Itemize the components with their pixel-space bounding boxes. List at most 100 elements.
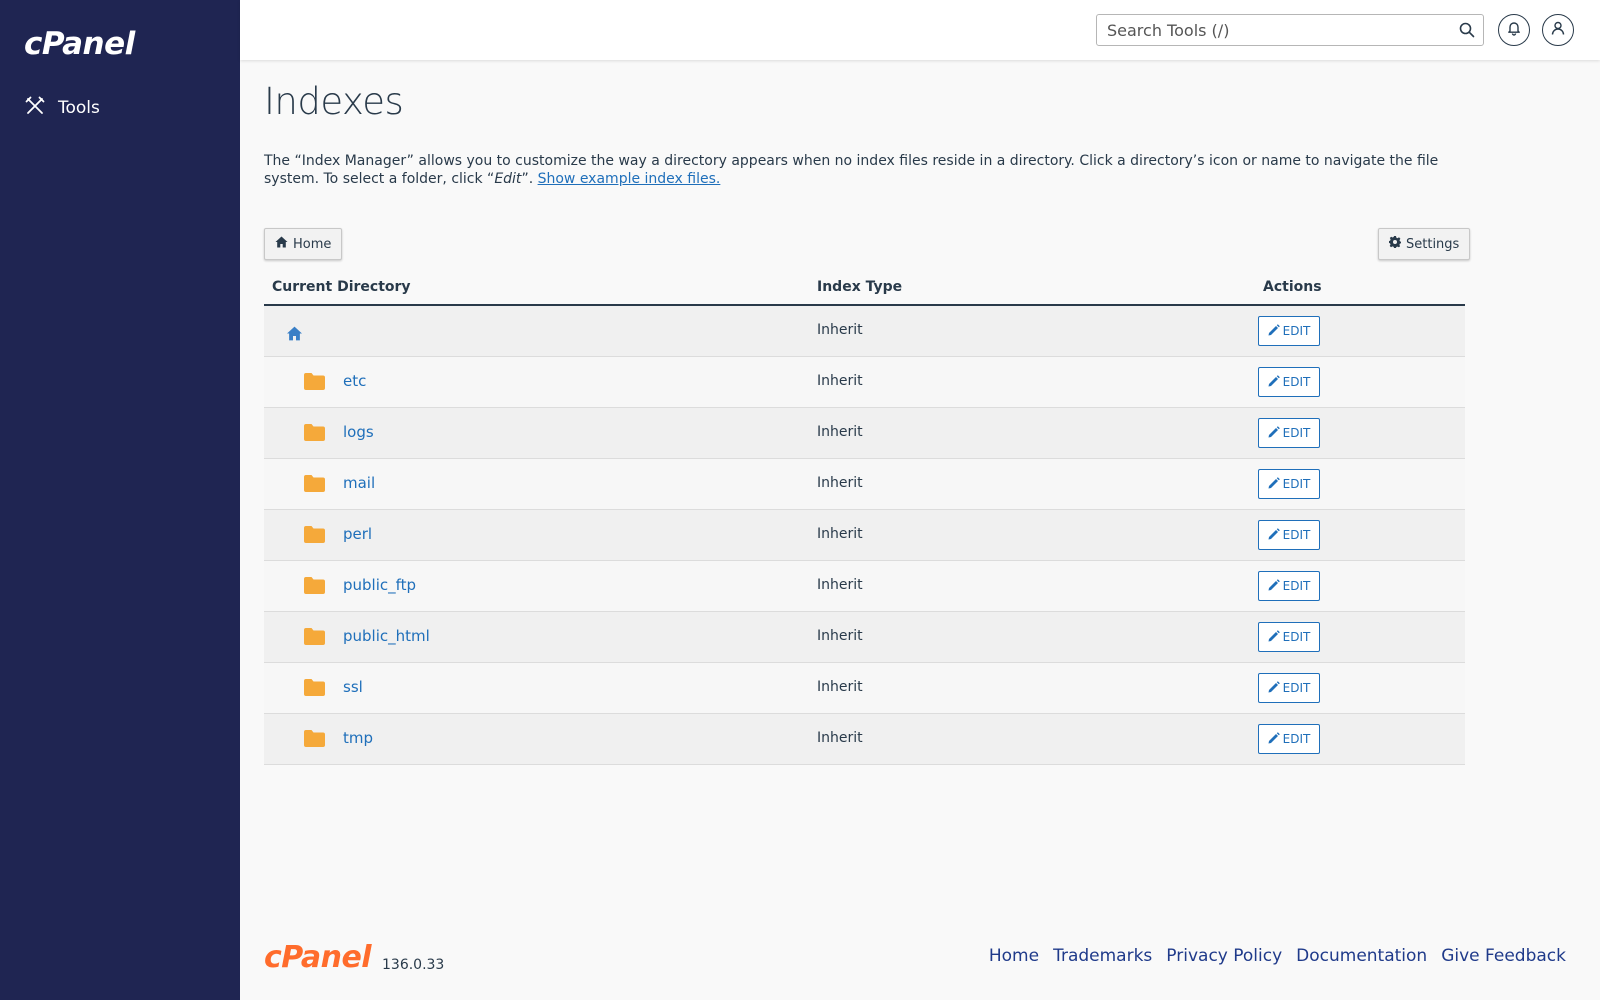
settings-button[interactable]: Settings [1378, 228, 1471, 260]
cpanel-logo[interactable]: cPanel [24, 26, 135, 62]
footer-link-documentation[interactable]: Documentation [1296, 946, 1427, 966]
edit-button[interactable]: EDIT [1258, 316, 1320, 346]
page-description: The “Index Manager” allows you to custom… [264, 152, 1474, 188]
index-type: Inherit [817, 373, 863, 389]
footer-link-privacy-policy[interactable]: Privacy Policy [1166, 946, 1282, 966]
index-type: Inherit [817, 679, 863, 695]
table-row: etc Inherit EDIT [264, 357, 1465, 408]
folder-icon[interactable] [304, 373, 325, 395]
directory-table: Current Directory Index Type Actions Inh… [264, 270, 1465, 765]
footer-link-trademarks[interactable]: Trademarks [1053, 946, 1152, 966]
edit-button[interactable]: EDIT [1258, 520, 1320, 550]
edit-label: EDIT [1282, 681, 1311, 695]
bell-icon [1506, 20, 1522, 41]
home-directory-icon[interactable] [286, 326, 303, 346]
pencil-icon [1268, 578, 1280, 594]
search-input[interactable] [1105, 15, 1445, 45]
column-header-actions: Actions [1263, 279, 1322, 295]
index-type: Inherit [817, 730, 863, 746]
directory-name-link[interactable]: ssl [343, 678, 363, 696]
table-body: Inherit EDIT etc Inherit EDIT logs Inherit ED… [264, 306, 1465, 765]
sidebar-item-label: Tools [58, 98, 100, 118]
directory-name-link[interactable]: mail [343, 474, 375, 492]
notifications-button[interactable] [1498, 14, 1530, 46]
edit-label: EDIT [1282, 375, 1311, 389]
pencil-icon [1268, 629, 1280, 645]
description-text: The “Index Manager” allows you to custom… [264, 153, 1439, 187]
index-type: Inherit [817, 322, 863, 338]
user-icon [1550, 20, 1566, 41]
pencil-icon [1268, 527, 1280, 543]
directory-name-link[interactable]: public_html [343, 627, 430, 645]
edit-label: EDIT [1282, 579, 1311, 593]
table-row: logs Inherit EDIT [264, 408, 1465, 459]
folder-icon[interactable] [304, 628, 325, 650]
column-header-current-directory: Current Directory [272, 279, 411, 295]
show-example-link[interactable]: Show example index files. [538, 171, 721, 187]
top-bar [240, 0, 1600, 60]
directory-name-link[interactable]: logs [343, 423, 374, 441]
search-icon[interactable] [1459, 22, 1475, 43]
table-row: mail Inherit EDIT [264, 459, 1465, 510]
table-row: public_html Inherit EDIT [264, 612, 1465, 663]
table-row: perl Inherit EDIT [264, 510, 1465, 561]
page-title: Indexes [264, 80, 404, 123]
edit-label: EDIT [1282, 528, 1311, 542]
directory-name-link[interactable]: tmp [343, 729, 373, 747]
column-header-index-type: Index Type [817, 279, 903, 295]
table-row-root: Inherit EDIT [264, 306, 1465, 357]
table-row: ssl Inherit EDIT [264, 663, 1465, 714]
folder-icon[interactable] [304, 526, 325, 548]
directory-rows: etc Inherit EDIT logs Inherit EDIT mail Inherit… [264, 357, 1465, 765]
edit-label: EDIT [1282, 426, 1311, 440]
directory-name-link[interactable]: public_ftp [343, 576, 416, 594]
edit-button[interactable]: EDIT [1258, 571, 1320, 601]
footer-cpanel-logo: cPanel [264, 940, 372, 975]
sidebar: cPanel Tools [0, 0, 240, 1000]
edit-button[interactable]: EDIT [1258, 724, 1320, 754]
pencil-icon [1268, 323, 1280, 339]
edit-button[interactable]: EDIT [1258, 622, 1320, 652]
user-menu-button[interactable] [1542, 14, 1574, 46]
edit-label: EDIT [1282, 732, 1311, 746]
footer-link-home[interactable]: Home [989, 946, 1039, 966]
pencil-icon [1268, 731, 1280, 747]
folder-icon[interactable] [304, 730, 325, 752]
pencil-icon [1268, 374, 1280, 390]
pencil-icon [1268, 476, 1280, 492]
edit-button[interactable]: EDIT [1258, 469, 1320, 499]
index-type: Inherit [817, 526, 863, 542]
edit-label: EDIT [1282, 324, 1311, 338]
home-button[interactable]: Home [264, 228, 343, 260]
edit-button[interactable]: EDIT [1258, 673, 1320, 703]
footer-links: Home Trademarks Privacy Policy Documenta… [989, 946, 1566, 966]
pencil-icon [1268, 425, 1280, 441]
edit-label: EDIT [1282, 630, 1311, 644]
home-icon [275, 236, 288, 252]
footer-link-give-feedback[interactable]: Give Feedback [1441, 946, 1566, 966]
index-type: Inherit [817, 475, 863, 491]
version-text: 136.0.33 [382, 957, 445, 973]
pencil-icon [1268, 680, 1280, 696]
directory-name-link[interactable]: etc [343, 372, 366, 390]
tools-icon [24, 95, 46, 122]
sidebar-item-tools[interactable]: Tools [24, 96, 100, 120]
folder-icon[interactable] [304, 424, 325, 446]
edit-label: EDIT [1282, 477, 1311, 491]
table-header: Current Directory Index Type Actions [264, 270, 1465, 306]
edit-button[interactable]: EDIT [1258, 418, 1320, 448]
settings-button-label: Settings [1406, 236, 1460, 252]
home-button-label: Home [293, 236, 332, 252]
folder-icon[interactable] [304, 679, 325, 701]
folder-icon[interactable] [304, 475, 325, 497]
directory-name-link[interactable]: perl [343, 525, 372, 543]
description-text-end: ”. [521, 171, 538, 187]
search-box [1096, 14, 1484, 46]
index-type: Inherit [817, 628, 863, 644]
description-edit-word: Edit [494, 171, 522, 187]
table-row: public_ftp Inherit EDIT [264, 561, 1465, 612]
edit-button[interactable]: EDIT [1258, 367, 1320, 397]
gear-icon [1389, 236, 1401, 252]
folder-icon[interactable] [304, 577, 325, 599]
index-type: Inherit [817, 577, 863, 593]
